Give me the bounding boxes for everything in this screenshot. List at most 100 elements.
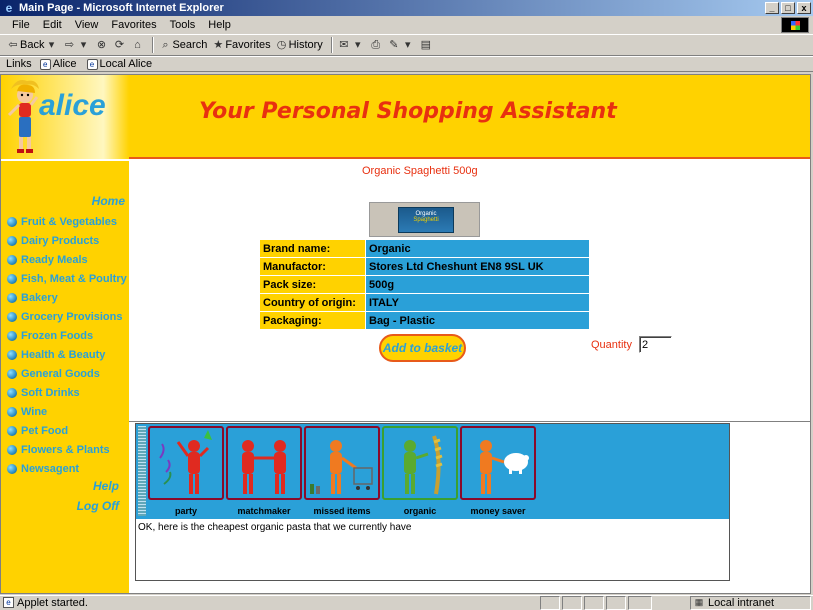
nav-health-beauty[interactable]: Health & Beauty [7,346,105,364]
browser-window: e Main Page - Microsoft Internet Explore… [0,0,813,610]
nav-label: Frozen Foods [21,330,94,342]
page-tagline: Your Personal Shopping Assistant [199,99,617,124]
link-alice[interactable]: e Alice [39,58,77,70]
stop-button[interactable]: ⊗ [94,38,108,52]
nav-label: Fruit & Vegetables [21,216,117,228]
divider [129,421,810,422]
minimize-button[interactable]: _ [765,2,779,14]
nav-ready-meals[interactable]: Ready Meals [7,251,88,269]
nav-soft-drinks[interactable]: Soft Drinks [7,384,80,402]
edit-button[interactable]: ✎ ▾ [387,38,415,52]
maximize-button[interactable]: □ [781,2,795,14]
menu-edit[interactable]: Edit [37,19,69,31]
bullet-icon [7,236,17,246]
search-button[interactable]: ⌕ Search [158,38,207,52]
nav-grocery-provisions[interactable]: Grocery Provisions [7,308,123,326]
add-to-basket-button[interactable]: Add to basket [379,334,466,362]
print-button[interactable]: ⎙ [369,38,383,52]
window-title: Main Page - Microsoft Internet Explorer [19,2,224,14]
toolbar-separator [152,37,155,53]
home-link[interactable]: Home [92,194,125,208]
nav-pet-food[interactable]: Pet Food [7,422,68,440]
menu-view[interactable]: View [69,19,106,31]
agent-applet[interactable]: party matchmaker missed items organic mo… [135,423,730,581]
link-alice-label: Alice [52,58,77,70]
print-icon: ⎙ [371,39,381,51]
nav-label: Pet Food [21,425,69,437]
nav-wine[interactable]: Wine [7,403,47,421]
home-button[interactable]: ⌂ [130,38,144,52]
stop-icon: ⊗ [96,39,107,51]
detail-label: Country of origin: [259,293,366,312]
detail-value: Organic [365,239,590,258]
agent-caption: organic [403,506,437,516]
product-details-table: Brand name: Organic Manufactor: Stores Ltd… [259,239,590,330]
money-saver-agent-icon [480,440,529,494]
nav-bakery[interactable]: Bakery [7,289,58,307]
nav-general-goods[interactable]: General Goods [7,365,100,383]
link-local-alice[interactable]: e Local Alice [86,58,152,70]
favorites-button[interactable]: ★ Favorites [211,38,270,52]
detail-label: Pack size: [259,275,366,294]
agent-caption: matchmaker [237,506,291,516]
bullet-icon [7,274,17,284]
agent-frame [226,426,302,500]
history-label: History [288,39,323,51]
nav-fish-meat-poultry[interactable]: Fish, Meat & Poultry [7,270,127,288]
links-bar: Links e Alice e Local Alice [0,56,813,72]
nav-newsagent[interactable]: Newsagent [7,460,79,478]
detail-value: ITALY [365,293,590,312]
nav-label: Health & Beauty [21,349,106,361]
agent-missed-items[interactable]: missed items [304,426,380,519]
detail-value: Stores Ltd Cheshunt EN8 9SL UK [365,257,590,276]
status-pane [606,596,626,610]
detail-label: Manufactor: [259,257,366,276]
agent-caption: missed items [313,506,371,516]
detail-value: Bag - Plastic [365,311,590,330]
favorites-icon: ★ [213,39,224,51]
close-button[interactable]: x [797,2,811,14]
mail-icon: ✉ [339,39,349,51]
menu-help[interactable]: Help [202,19,238,31]
detail-label: Packaging: [259,311,366,330]
nav-label: Dairy Products [21,235,100,247]
nav-dairy-products[interactable]: Dairy Products [7,232,99,250]
alice-logo[interactable]: alice [1,75,129,159]
nav-label: Grocery Provisions [21,311,123,323]
nav-label: Wine [21,406,48,418]
logoff-link[interactable]: Log Off [77,499,119,513]
detail-value: 500g [365,275,590,294]
refresh-button[interactable]: ⟳ [112,38,126,52]
bullet-icon [7,255,17,265]
menu-tools[interactable]: Tools [164,19,203,31]
quantity-input[interactable] [639,336,672,353]
missed-items-agent-icon [310,440,373,494]
agent-matchmaker[interactable]: matchmaker [226,426,302,519]
mail-button[interactable]: ✉ ▾ [337,38,365,52]
favorites-label: Favorites [225,39,271,51]
back-button[interactable]: ⇦ Back ▾ [6,38,58,52]
nav-frozen-foods[interactable]: Frozen Foods [7,327,93,345]
search-label: Search [172,39,208,51]
forward-button[interactable]: ⇨ ▾ [62,38,90,52]
windows-logo-icon [781,17,809,33]
bullet-icon [7,312,17,322]
bullet-icon [7,217,17,227]
toolbar-separator [330,37,333,53]
title-bar: e Main Page - Microsoft Internet Explore… [0,0,813,16]
agent-money-saver[interactable]: money saver [460,426,536,519]
agent-organic[interactable]: organic [382,426,458,519]
menu-file[interactable]: File [6,19,37,31]
menu-favorites[interactable]: Favorites [105,19,163,31]
agent-party[interactable]: party [148,426,224,519]
detail-label: Brand name: [259,239,366,258]
history-button[interactable]: ◷ History [275,38,323,52]
table-row: Brand name: Organic [259,239,590,258]
agent-frame [460,426,536,500]
nav-flowers-plants[interactable]: Flowers & Plants [7,441,110,459]
organic-agent-icon [404,435,443,495]
discuss-button[interactable]: ▤ [419,38,433,52]
help-link[interactable]: Help [93,479,119,493]
nav-fruit-vegetables[interactable]: Fruit & Vegetables [7,213,117,231]
drag-handle[interactable] [138,426,146,516]
